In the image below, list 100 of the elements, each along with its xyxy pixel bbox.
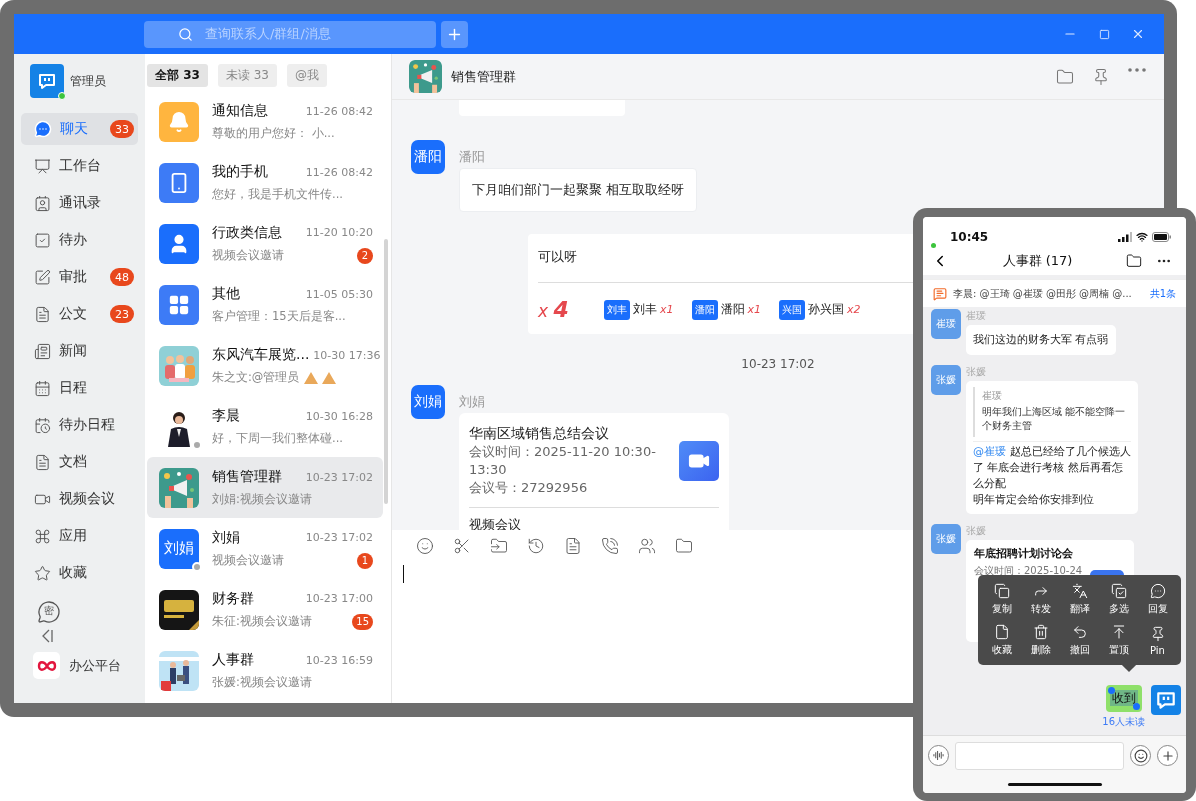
- chat-item[interactable]: 人事群 10-23 16:59 张媛:视频会议邀请: [147, 640, 383, 701]
- reactor-avatar: 潘阳: [691, 299, 718, 320]
- collapse-icon[interactable]: [40, 628, 54, 644]
- nav-icon: [34, 453, 51, 471]
- read-status[interactable]: 16人未读: [1102, 715, 1145, 729]
- nav-icon: [34, 416, 51, 434]
- menu-item[interactable]: 转发: [1021, 583, 1060, 616]
- emoji-button[interactable]: [1130, 745, 1151, 766]
- chat-name: 行政类信息: [212, 223, 282, 242]
- platform-label[interactable]: 办公平台: [69, 656, 121, 675]
- chat-time: 10-23 16:59: [305, 653, 373, 667]
- pin-button[interactable]: [1092, 67, 1110, 86]
- chat-item[interactable]: 我的手机 11-26 08:42 您好，我是手机文件传...: [147, 152, 383, 213]
- secure-chat-icon[interactable]: 密: [37, 600, 61, 624]
- platform-logo[interactable]: [33, 652, 60, 679]
- count-badge: 48: [110, 268, 134, 286]
- chat-name: 东风汽车展览...: [212, 346, 310, 364]
- menu-item[interactable]: 翻译: [1060, 583, 1099, 616]
- smile-icon: [1133, 748, 1148, 763]
- members-button[interactable]: [638, 537, 656, 555]
- message-text: 明年肯定会给你安排到位: [973, 492, 1095, 508]
- chat-preview: 您好，我是手机文件传...: [212, 187, 343, 202]
- message-text: @崔瑗 赵总已经给了几个候选人了 年底会进行考核 然后再看怎么分配: [973, 441, 1131, 492]
- nav-item[interactable]: 审批 48: [21, 261, 138, 293]
- nav-item[interactable]: 文档: [21, 446, 138, 478]
- menu-item[interactable]: 多选: [1099, 583, 1138, 616]
- status-time: 10:45: [950, 229, 989, 244]
- note-button[interactable]: [564, 537, 582, 555]
- multi-select-icon: [1110, 583, 1127, 599]
- sender-name: 崔瑗: [966, 309, 987, 323]
- reply-icon: [1149, 583, 1166, 599]
- chat-item[interactable]: 财务群 10-23 17:00 朱征:视频会议邀请 15: [147, 579, 383, 640]
- chat-name: 通知信息: [212, 102, 268, 120]
- reactor-avatar: 刘丰: [604, 299, 630, 320]
- signal-icon: [1118, 231, 1132, 242]
- call-button[interactable]: [601, 537, 619, 555]
- menu-item[interactable]: 回复: [1138, 583, 1177, 616]
- chat-item[interactable]: 东风汽车展览... 10-30 17:36 朱之文:@管理员: [147, 335, 383, 396]
- menu-item[interactable]: Pin: [1138, 624, 1177, 657]
- history-button[interactable]: [527, 537, 545, 555]
- folder-button[interactable]: [675, 537, 693, 555]
- message-field[interactable]: [955, 741, 1124, 770]
- filter-tab[interactable]: 全部 33: [147, 64, 208, 87]
- nav-item[interactable]: 新闻: [21, 335, 138, 367]
- video-icon: [679, 441, 719, 481]
- nav-item[interactable]: 视频会议: [21, 483, 138, 515]
- chat-preview: 刘娟:视频会议邀请: [212, 492, 312, 507]
- menu-item[interactable]: 删除: [1021, 624, 1060, 657]
- chat-preview: 好，下周一我们整体碰...: [212, 431, 343, 446]
- chat-item[interactable]: 行政类信息 11-20 10:20 视频会议邀请 2: [147, 213, 383, 274]
- notice-count[interactable]: 共1条: [1149, 286, 1176, 301]
- folder-button[interactable]: [1056, 67, 1074, 86]
- chat-item[interactable]: 销售管理群 10-23 17:02 刘娟:视频会议邀请: [147, 457, 383, 518]
- menu-item[interactable]: 收藏: [982, 624, 1021, 657]
- nav-item[interactable]: 公文 23: [21, 298, 138, 330]
- nav-item[interactable]: 通讯录: [21, 187, 138, 219]
- sender-avatar: 崔瑗: [931, 309, 961, 339]
- nav-item[interactable]: 聊天 33: [21, 113, 138, 145]
- copy-icon: [993, 583, 1010, 599]
- chat-item[interactable]: 其他 11-05 05:30 客户管理：15天后是客...: [147, 274, 383, 335]
- nav-item[interactable]: 待办日程: [21, 409, 138, 441]
- nav-item[interactable]: 收藏: [21, 557, 138, 589]
- nav-item[interactable]: 日程: [21, 372, 138, 404]
- pinned-notice[interactable]: 李晨: @王琦 @崔瑗 @田彤 @周楠 @... 共1条: [923, 279, 1186, 307]
- wifi-icon: [1136, 230, 1148, 243]
- nav-icon: [34, 379, 51, 397]
- send-file-button[interactable]: [490, 537, 508, 555]
- chat-item[interactable]: 通知信息 11-26 08:42 尊敬的用户您好： 小...: [147, 91, 383, 152]
- screenshot-button[interactable]: [453, 537, 471, 555]
- chat-name: 李晨: [212, 407, 240, 425]
- reaction-count: x2: [847, 303, 861, 316]
- add-button[interactable]: [1157, 745, 1178, 766]
- sender-avatar: 刘娟: [411, 385, 445, 419]
- chat-time: 11-26 08:42: [305, 165, 373, 179]
- menu-item[interactable]: 撤回: [1060, 624, 1099, 657]
- chat-item[interactable]: 李晨 10-30 16:28 好，下周一我们整体碰...: [147, 396, 383, 457]
- menu-item[interactable]: 复制: [982, 583, 1021, 616]
- add-button[interactable]: [441, 20, 468, 48]
- sender-avatar: 张媛: [931, 524, 961, 554]
- user-avatar[interactable]: [30, 64, 64, 98]
- nav-icon: [34, 564, 51, 582]
- chat-name: 财务群: [212, 589, 254, 608]
- notice-icon: [933, 286, 947, 301]
- plus-icon: [1160, 748, 1175, 763]
- nav-item[interactable]: 待办: [21, 224, 138, 256]
- chat-name: 其他: [212, 285, 240, 303]
- folder-button[interactable]: [1126, 253, 1142, 269]
- chat-time: 11-20 10:20: [305, 226, 373, 239]
- bell-icon: [168, 110, 190, 133]
- scrollbar[interactable]: [384, 239, 388, 504]
- logo-icon: [37, 71, 57, 91]
- nav-item[interactable]: 工作台: [21, 150, 138, 182]
- voice-button[interactable]: [928, 745, 949, 766]
- trash-icon: [1032, 624, 1049, 640]
- file-icon: [993, 624, 1010, 640]
- menu-item[interactable]: 置顶: [1099, 624, 1138, 657]
- chat-item[interactable]: 刘娟 刘娟 10-23 17:02 视频会议邀请 1: [147, 518, 383, 579]
- more-icon: [1128, 67, 1146, 72]
- emoji-button[interactable]: [416, 537, 434, 555]
- nav-item[interactable]: 应用: [21, 520, 138, 552]
